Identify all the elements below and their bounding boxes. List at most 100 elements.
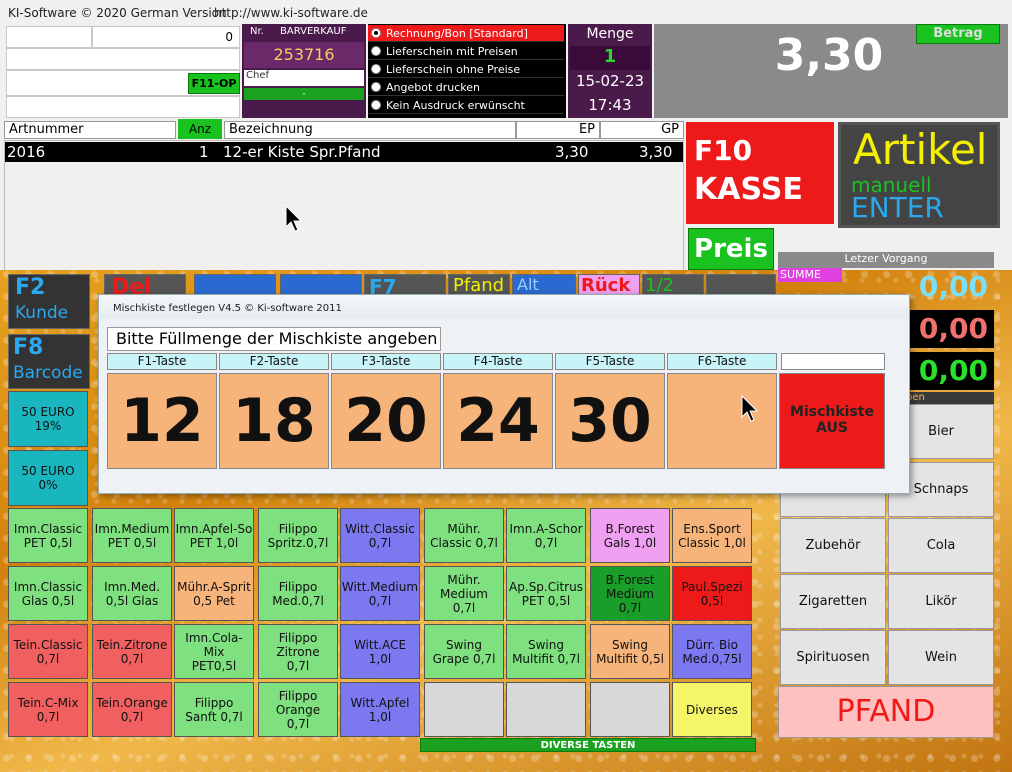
product-button[interactable]: Witt.Medium 0,7l: [340, 566, 420, 621]
print-option[interactable]: Lieferschein mit Preisen: [368, 43, 564, 60]
artikel-manuell-button[interactable]: Artikel manuell ENTER: [838, 122, 1000, 228]
product-button[interactable]: Mühr. Classic 0,7l: [424, 508, 504, 563]
print-option[interactable]: Lieferschein ohne Preise: [368, 61, 564, 78]
pfand-button[interactable]: PFAND: [778, 686, 994, 738]
size-24-button[interactable]: 24: [443, 373, 553, 469]
product-button[interactable]: 50 EURO 19%: [8, 391, 88, 447]
radio-icon: [371, 64, 381, 74]
mischkiste-aus-line1: Mischkiste: [790, 404, 874, 420]
radio-icon: [371, 82, 381, 92]
dialog-title: Mischkiste festlegen V4.5 © Ki-software …: [99, 295, 909, 319]
product-button[interactable]: Tein.Zitrone 0,7l: [92, 624, 172, 679]
user-bar: -: [244, 88, 364, 100]
product-button[interactable]: Swing Grape 0,7l: [424, 624, 504, 679]
product-button[interactable]: Mühr.A-Sprit 0,5 Pet: [174, 566, 254, 621]
category-button-wein[interactable]: Wein: [888, 630, 994, 685]
app-url[interactable]: http://www.ki-software.de: [214, 6, 368, 20]
product-button[interactable]: Filippo Zitrone 0,7l: [258, 624, 338, 679]
info-cell: [6, 96, 240, 118]
product-button[interactable]: Imn.Med. 0,5l Glas: [92, 566, 172, 621]
f1-key-label: F1-Taste: [107, 353, 217, 370]
letzter-vorgang-label: Letzer Vorgang: [778, 252, 994, 268]
dialog-input[interactable]: [781, 353, 885, 370]
product-button[interactable]: Ap.Sp.Citrus PET 0,5l: [506, 566, 586, 621]
product-button[interactable]: Tein.Classic 0,7l: [8, 624, 88, 679]
product-button[interactable]: 50 EURO 0%: [8, 450, 88, 506]
category-button-zigaretten[interactable]: Zigaretten: [780, 574, 886, 629]
product-button[interactable]: Dürr. Bio Med.0,75l: [672, 624, 752, 679]
product-button[interactable]: Witt.Apfel 1,0l: [340, 682, 420, 737]
table-row[interactable]: 2016 1 12-er Kiste Spr.Pfand 3,30 3,30: [5, 142, 683, 162]
radio-icon: [371, 100, 381, 110]
diverse-tasten-label: DIVERSE TASTEN: [420, 738, 756, 752]
print-option[interactable]: Kein Ausdruck erwünscht: [368, 97, 564, 114]
mouse-cursor-icon: [285, 205, 303, 232]
product-button[interactable]: B.Forest Medium 0,7l: [590, 566, 670, 621]
betrag-label: Betrag: [916, 24, 1000, 44]
f11-op-button[interactable]: F11-OP: [188, 73, 240, 94]
betrag-panel: Betrag 3,30: [654, 24, 1008, 118]
product-button[interactable]: Mühr. Medium 0,7l: [424, 566, 504, 621]
kasse-label: KASSE: [694, 172, 803, 207]
print-option[interactable]: Angebot drucken: [368, 79, 564, 96]
receipt-type: BARVERKAUF: [280, 26, 347, 37]
app-title: KI-Software © 2020 German Version: [8, 6, 227, 20]
kasse-button[interactable]: F10 KASSE: [686, 122, 834, 224]
item-list[interactable]: 2016 1 12-er Kiste Spr.Pfand 3,30 3,30: [4, 140, 684, 272]
product-button[interactable]: Diverses: [672, 682, 752, 737]
f3-key-label: F3-Taste: [331, 353, 441, 370]
size-12-button[interactable]: 12: [107, 373, 217, 469]
f2-key-label: F2-Taste: [219, 353, 329, 370]
category-button-spirituosen[interactable]: Spirituosen: [780, 630, 886, 685]
receipt-panel: Nr. BARVERKAUF 253716 Chef -: [242, 24, 366, 118]
counter-cell: 0: [92, 26, 240, 48]
enter-label: ENTER: [851, 191, 944, 224]
product-button[interactable]: Swing Multifit 0,5l: [590, 624, 670, 679]
f6-key-label: F6-Taste: [667, 353, 777, 370]
product-button[interactable]: Filippo Sanft 0,7l: [174, 682, 254, 737]
product-button[interactable]: Imn.Classic PET 0,5l: [8, 508, 88, 563]
size-30-button[interactable]: 30: [555, 373, 665, 469]
info-cell: [6, 26, 92, 48]
product-button[interactable]: Ens.Sport Classic 1,0l: [672, 508, 752, 563]
product-button[interactable]: Tein.C-Mix 0,7l: [8, 682, 88, 737]
product-button[interactable]: Witt.ACE 1,0l: [340, 624, 420, 679]
size-20-button[interactable]: 20: [331, 373, 441, 469]
product-button[interactable]: [506, 682, 586, 737]
f8-barcode-button[interactable]: F8 Barcode: [8, 334, 90, 389]
f4-key-label: F4-Taste: [443, 353, 553, 370]
row-anz: 1: [199, 143, 209, 161]
category-button-zubehoer[interactable]: Zubehör: [780, 518, 886, 573]
product-button[interactable]: Imn.Cola-Mix PET0,5l: [174, 624, 254, 679]
category-button-likoer[interactable]: Likör: [888, 574, 994, 629]
product-button[interactable]: Imn.Apfel-So PET 1,0l: [174, 508, 254, 563]
menge-panel: Menge 1 15-02-23 17:43: [568, 24, 652, 118]
print-option[interactable]: Rechnung/Bon [Standard]: [368, 25, 564, 42]
preis-button[interactable]: Preis: [688, 228, 774, 270]
product-button[interactable]: Imn.Medium PET 0,5l: [92, 508, 172, 563]
counter-value: 0: [225, 30, 233, 44]
product-button[interactable]: Witt.Classic 0,7l: [340, 508, 420, 563]
product-button[interactable]: Imn.A-Schor 0,7l: [506, 508, 586, 563]
col-bezeichnung: Bezeichnung: [224, 121, 516, 139]
category-button-cola[interactable]: Cola: [888, 518, 994, 573]
product-button[interactable]: Filippo Med.0,7l: [258, 566, 338, 621]
menge-value[interactable]: 1: [570, 46, 650, 70]
product-button[interactable]: [424, 682, 504, 737]
product-button[interactable]: Paul.Spezi 0,5l: [672, 566, 752, 621]
product-button[interactable]: B.Forest Gals 1,0l: [590, 508, 670, 563]
f2-kunde-button[interactable]: F2 Kunde: [8, 274, 90, 329]
betrag-value: 3,30: [774, 30, 884, 81]
product-button[interactable]: Swing Multifit 0,7l: [506, 624, 586, 679]
product-button[interactable]: [590, 682, 670, 737]
col-artnr: Artnummer: [4, 121, 176, 139]
f5-key-label: F5-Taste: [555, 353, 665, 370]
product-button[interactable]: Tein.Orange 0,7l: [92, 682, 172, 737]
mischkiste-aus-button[interactable]: Mischkiste AUS: [779, 373, 885, 469]
product-button[interactable]: Filippo Orange 0,7l: [258, 682, 338, 737]
product-button[interactable]: Imn.Classic Glas 0,5l: [8, 566, 88, 621]
product-button[interactable]: Filippo Spritz.0,7l: [258, 508, 338, 563]
col-anz: Anz: [178, 119, 222, 139]
date: 15-02-23: [575, 72, 645, 90]
size-18-button[interactable]: 18: [219, 373, 329, 469]
